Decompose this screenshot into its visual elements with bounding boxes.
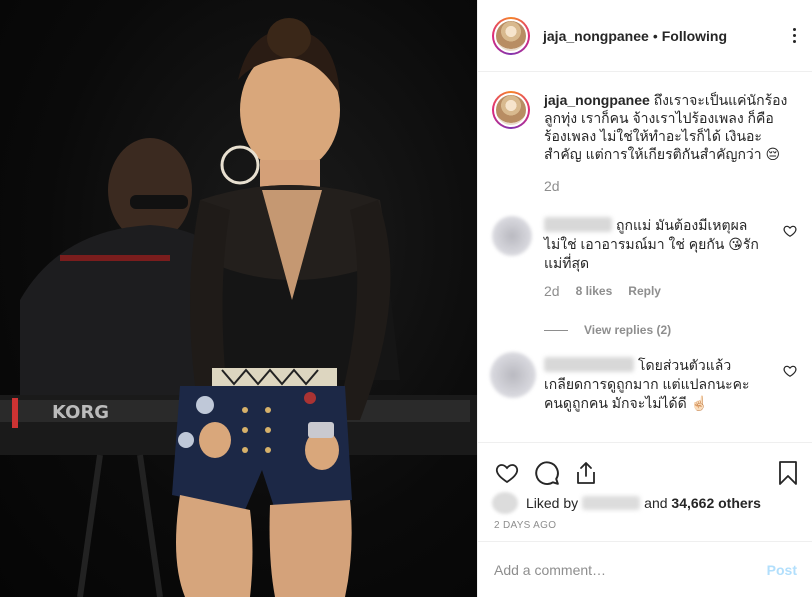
comment-meta: 2d 8 likes Reply (544, 283, 797, 299)
author-avatar[interactable] (492, 16, 530, 55)
caption-text: jaja_nongpanee ถึงเราจะเป็นแค่นักร้องลูก… (544, 91, 792, 163)
post-header: jaja_nongpanee • Following (478, 0, 812, 72)
comment-body: ถูกแม่ มันต้องมีเหตุผล ไม่ใช่ เอาอารมณ์ม… (544, 216, 769, 273)
liker-avatar[interactable] (492, 492, 518, 514)
caption-username[interactable]: jaja_nongpanee (544, 92, 650, 108)
likes-summary: Liked by and 34,662 others (478, 492, 812, 514)
action-icons (478, 443, 812, 493)
post-photo[interactable]: KORG (0, 0, 477, 597)
following-button[interactable]: Following (662, 28, 727, 44)
comment-item: ถูกแม่ มันต้องมีเหตุผล ไม่ใช่ เอาอารมณ์ม… (492, 216, 797, 337)
more-icon[interactable] (793, 28, 796, 43)
comment-input[interactable] (494, 561, 767, 578)
add-comment-bar: Post (478, 541, 812, 597)
comment-body: โดยส่วนตัวแล้ว เกลียดการดูถูกมาก แต่แปลก… (544, 356, 769, 413)
comment-time[interactable]: 2d (544, 283, 560, 299)
commenter-username-redacted[interactable] (544, 357, 634, 372)
heart-icon[interactable] (494, 461, 520, 485)
comment-heart-icon[interactable] (783, 364, 797, 378)
likes-others[interactable]: 34,662 others (671, 495, 761, 511)
author-username[interactable]: jaja_nongpanee (543, 28, 649, 44)
bookmark-icon[interactable] (777, 460, 799, 486)
reply-button[interactable]: Reply (628, 284, 661, 298)
post-panel: jaja_nongpanee • Following jaja_nongpane… (477, 0, 812, 597)
comments-list[interactable]: jaja_nongpanee ถึงเราจะเป็นแค่นักร้องลูก… (478, 73, 812, 442)
commenter-avatar[interactable] (490, 352, 536, 398)
likes-prefix: Liked by (526, 495, 579, 511)
comment-likes[interactable]: 8 likes (576, 284, 613, 298)
post-actions: Liked by and 34,662 others 2 DAYS AGO (478, 442, 812, 542)
post-button[interactable]: Post (767, 562, 797, 578)
likes-connector: and (644, 495, 668, 511)
commenter-avatar[interactable] (492, 216, 532, 256)
view-replies[interactable]: View replies (2) (544, 323, 797, 337)
caption-avatar[interactable] (492, 91, 530, 129)
share-icon[interactable] (574, 460, 598, 486)
commenter-username-redacted[interactable] (544, 217, 612, 232)
replies-divider (544, 329, 568, 331)
liker-username-redacted[interactable] (582, 496, 641, 510)
post-caption: jaja_nongpanee ถึงเราจะเป็นแค่นักร้องลูก… (492, 91, 792, 194)
photo-illustration: KORG (0, 18, 477, 597)
comment-heart-icon[interactable] (783, 224, 797, 238)
view-replies-label[interactable]: View replies (2) (584, 323, 671, 337)
comment-icon[interactable] (534, 460, 560, 486)
caption-time[interactable]: 2d (544, 178, 792, 194)
header-separator: • (652, 27, 658, 44)
svg-text:KORG: KORG (52, 402, 109, 423)
post-timestamp[interactable]: 2 DAYS AGO (478, 520, 812, 531)
comment-item: โดยส่วนตัวแล้ว เกลียดการดูถูกมาก แต่แปลก… (490, 352, 797, 413)
